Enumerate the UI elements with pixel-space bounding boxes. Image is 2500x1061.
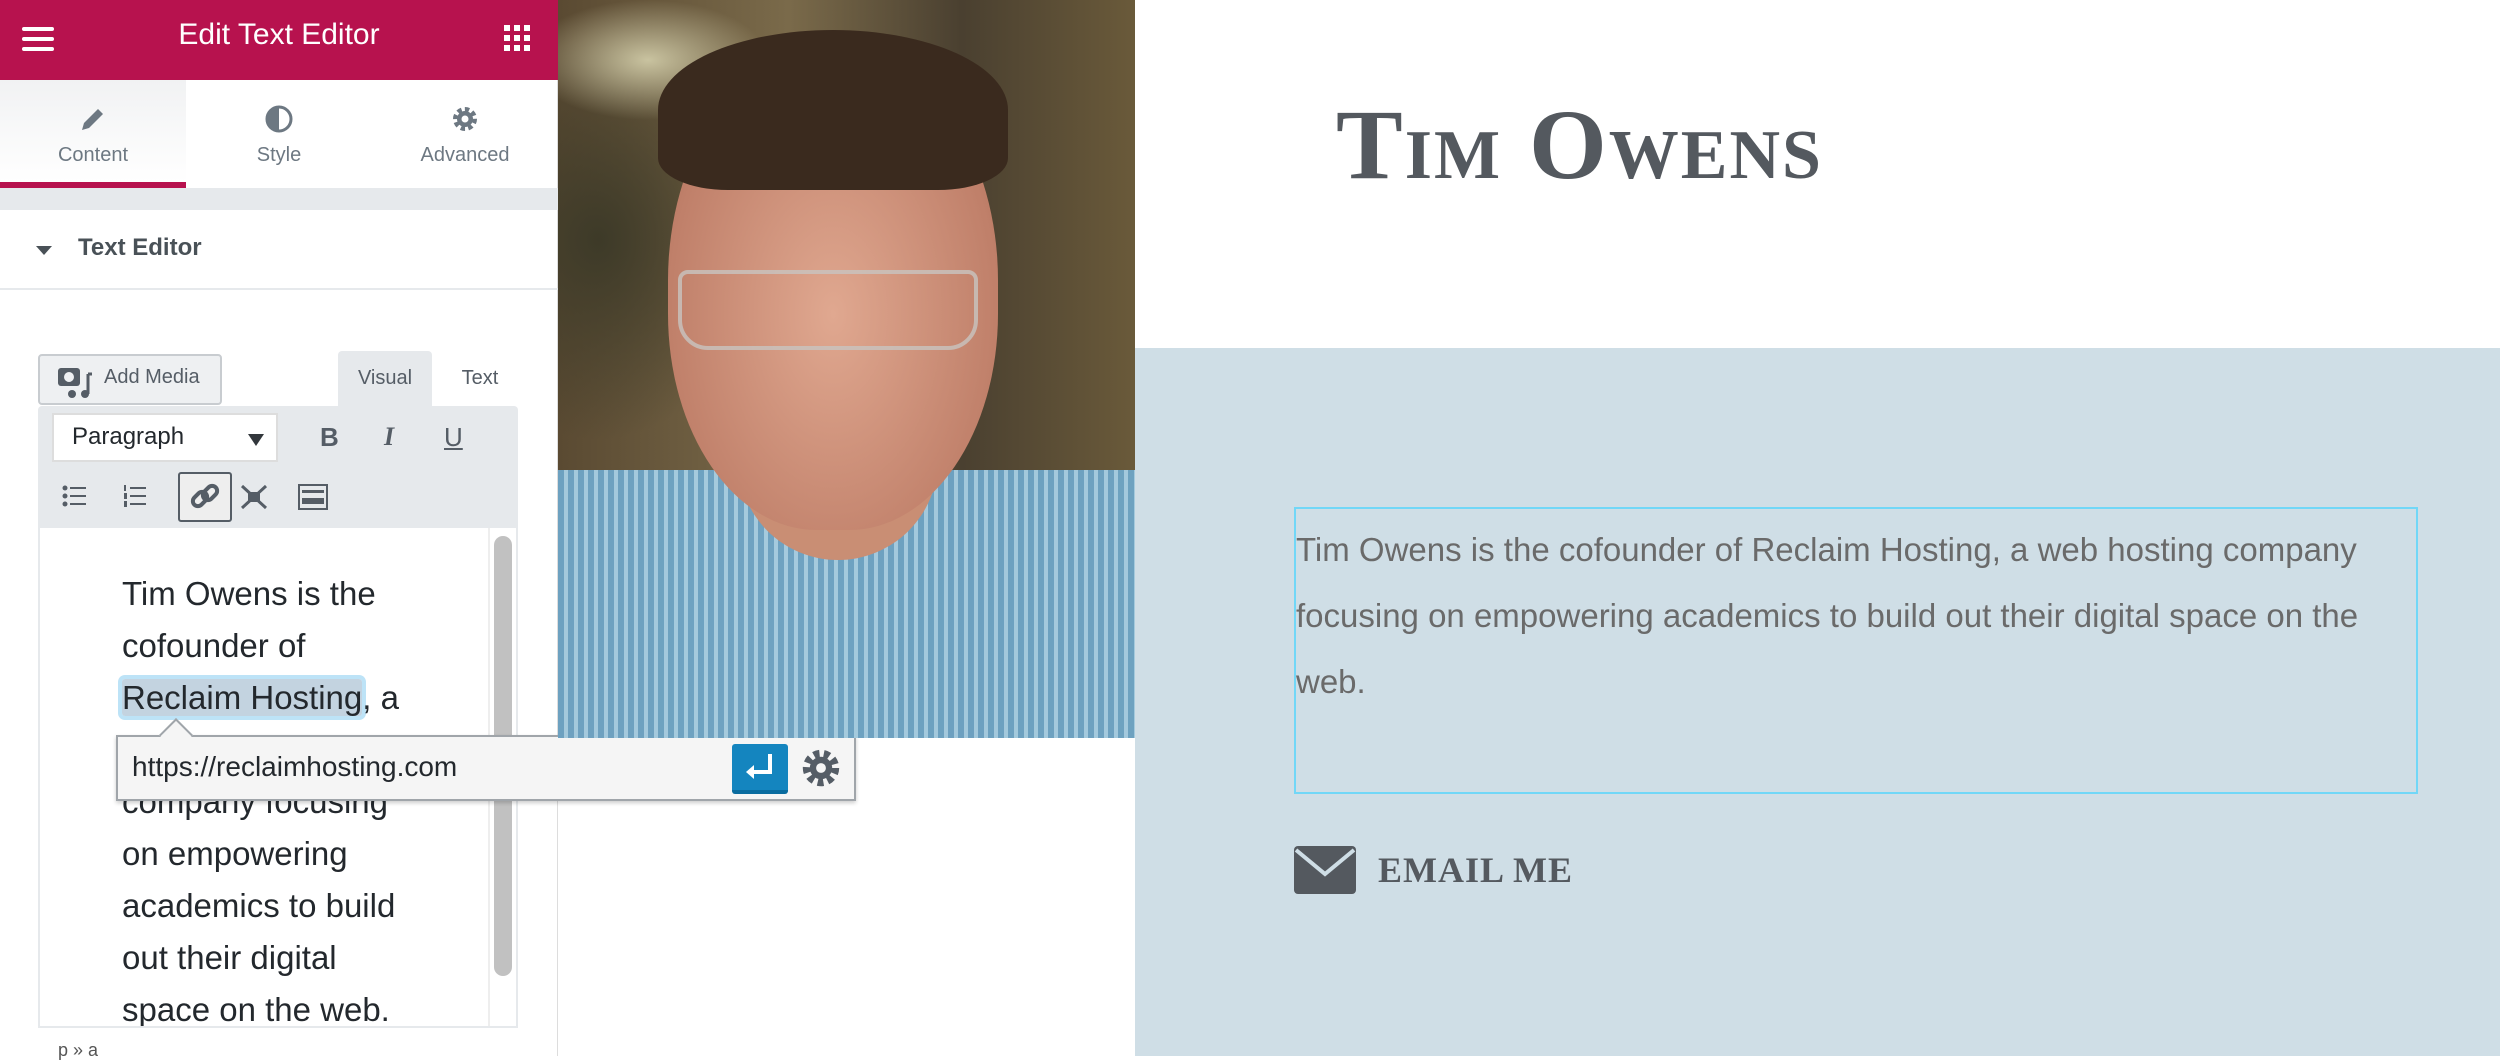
editor-panel: Edit Text Editor Content Style Advanced … xyxy=(0,0,558,1060)
bio-text-widget[interactable]: Tim Owens is the cofounder of Reclaim Ho… xyxy=(1294,507,2418,794)
editor-toolbar: Paragraph B I U xyxy=(38,406,518,528)
email-me-label: EMAIL ME xyxy=(1378,850,1574,890)
caret-down-icon xyxy=(36,246,52,255)
section-title: Text Editor xyxy=(78,234,202,261)
underline-button[interactable]: U xyxy=(444,422,463,453)
element-path[interactable]: p » a xyxy=(58,1040,98,1061)
contrast-icon xyxy=(265,105,293,133)
italic-button[interactable]: I xyxy=(384,422,394,452)
gear-icon xyxy=(453,107,477,131)
media-icon xyxy=(58,368,92,398)
page-title: Tim Owens xyxy=(1336,89,1823,200)
format-select[interactable]: Paragraph xyxy=(52,413,278,462)
tab-label: Advanced xyxy=(420,144,510,166)
add-media-button[interactable]: Add Media xyxy=(38,354,222,405)
divider xyxy=(0,188,558,210)
tab-label: Style xyxy=(256,144,302,166)
email-me-link[interactable]: EMAIL ME xyxy=(1294,845,1573,895)
enter-icon xyxy=(746,754,772,779)
tab-text[interactable]: Text xyxy=(440,351,520,407)
numbered-list-icon[interactable] xyxy=(122,484,146,508)
envelope-icon xyxy=(1294,846,1356,894)
dropdown-arrow-icon xyxy=(248,434,264,446)
link-button[interactable] xyxy=(178,472,232,522)
tab-label: Content xyxy=(57,144,129,166)
text-segment: Tim Owens is the cofounder of xyxy=(122,575,376,664)
section-text-editor[interactable]: Text Editor xyxy=(0,210,558,290)
selected-link[interactable]: Reclaim Hosting xyxy=(122,679,363,716)
tab-style[interactable]: Style xyxy=(186,80,372,188)
panel-header: Edit Text Editor xyxy=(0,0,558,80)
grid-icon[interactable] xyxy=(504,25,530,51)
toolbar-toggle-icon[interactable] xyxy=(298,484,328,510)
add-media-label: Add Media xyxy=(104,366,200,388)
pencil-icon xyxy=(82,109,103,130)
link-popup: https://reclaimhosting.com xyxy=(116,718,856,801)
fullscreen-icon[interactable] xyxy=(240,484,268,510)
profile-photo xyxy=(558,0,1135,738)
link-icon xyxy=(190,483,220,509)
apply-link-button[interactable] xyxy=(732,744,788,794)
bold-button[interactable]: B xyxy=(320,422,339,453)
panel-tabs: Content Style Advanced xyxy=(0,80,558,188)
bullet-list-icon[interactable] xyxy=(62,484,86,508)
link-options-gear-icon[interactable] xyxy=(800,747,842,789)
tab-content[interactable]: Content xyxy=(0,80,186,188)
panel-title: Edit Text Editor xyxy=(178,18,380,51)
format-select-value: Paragraph xyxy=(72,423,185,450)
tab-visual[interactable]: Visual xyxy=(338,351,432,407)
tab-advanced[interactable]: Advanced xyxy=(372,80,558,188)
link-url-input[interactable]: https://reclaimhosting.com xyxy=(132,751,457,783)
